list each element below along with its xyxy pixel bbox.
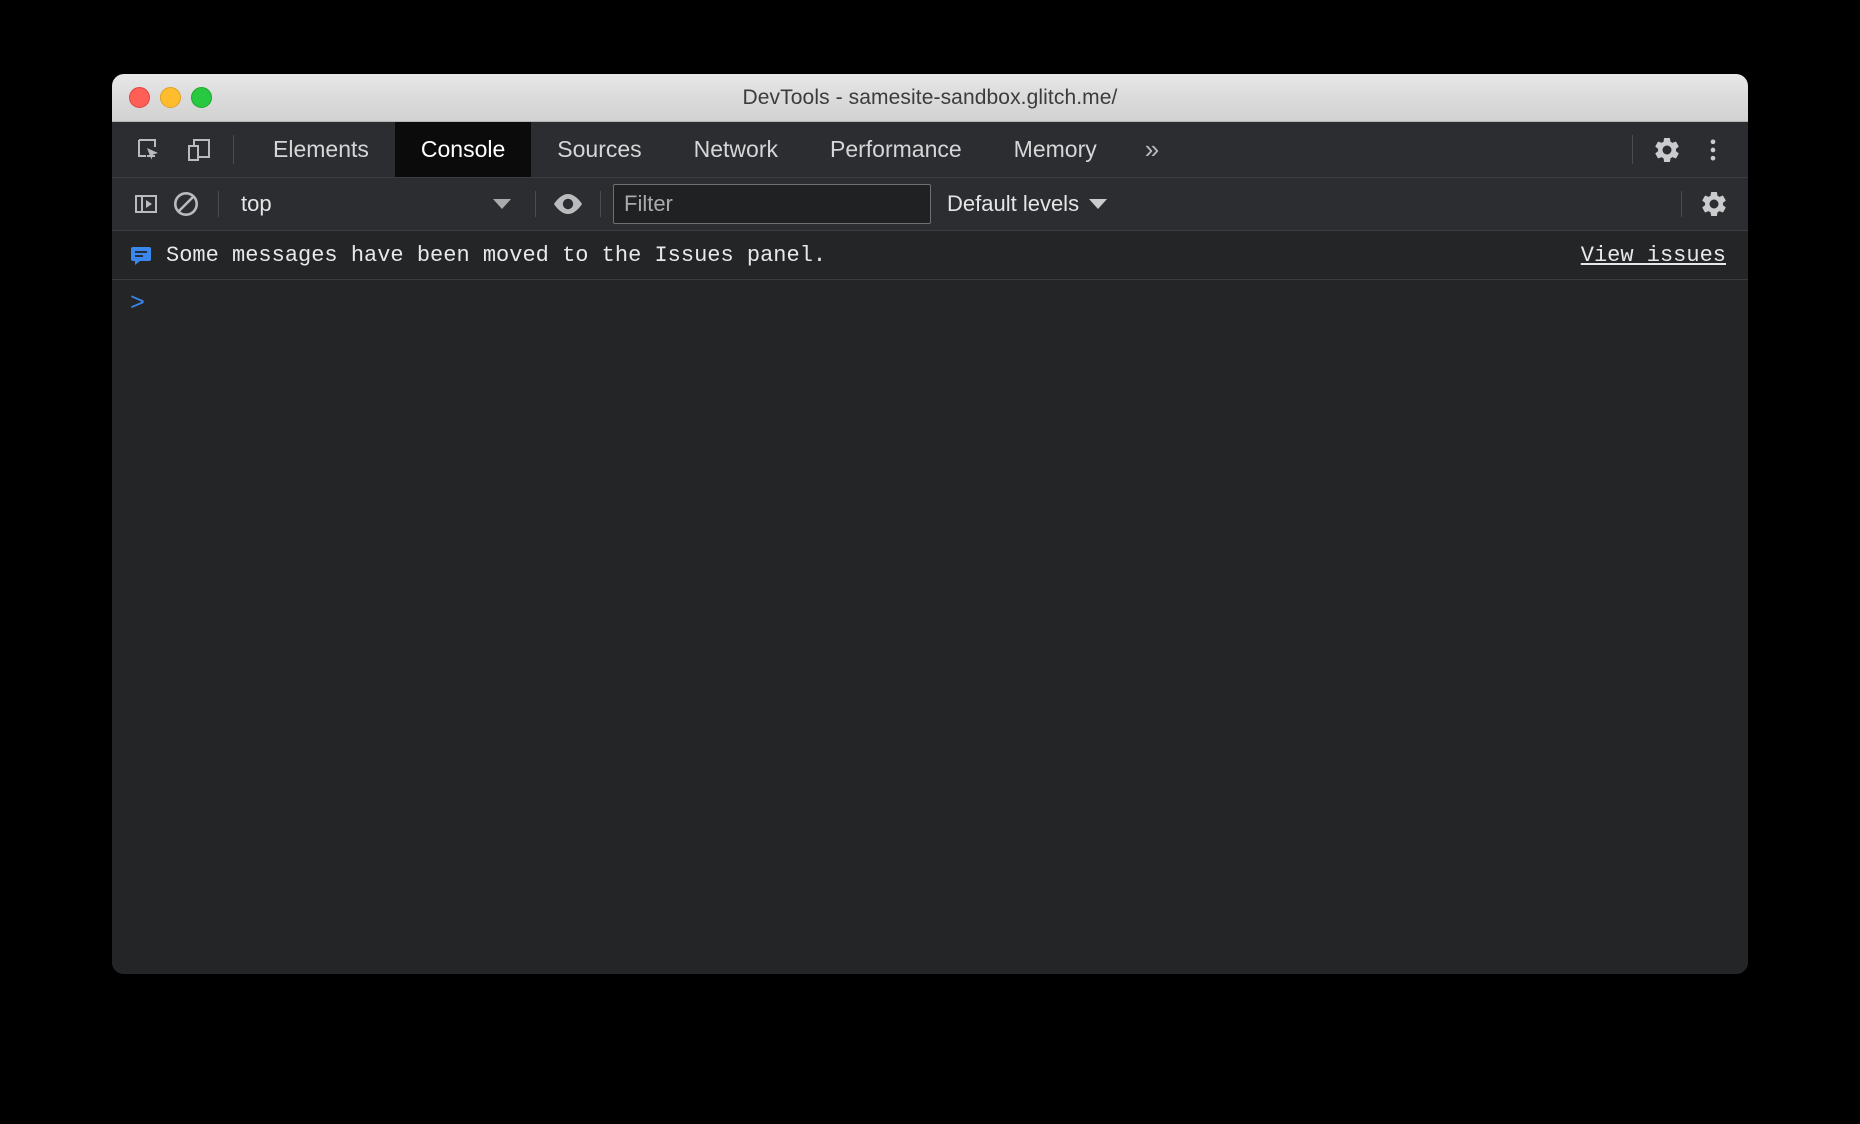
log-levels-selector[interactable]: Default levels xyxy=(947,191,1107,217)
close-button[interactable] xyxy=(129,87,150,108)
toolbar-divider-4 xyxy=(1681,191,1682,217)
tab-performance[interactable]: Performance xyxy=(804,122,988,177)
tab-list: Elements Console Sources Network Perform… xyxy=(247,122,1619,177)
tab-sources[interactable]: Sources xyxy=(531,122,667,177)
console-message-row: Some messages have been moved to the Iss… xyxy=(112,231,1748,280)
tab-elements[interactable]: Elements xyxy=(247,122,395,177)
execution-context-value: top xyxy=(241,191,272,217)
inspect-element-icon[interactable] xyxy=(128,129,170,171)
window-title: DevTools - samesite-sandbox.glitch.me/ xyxy=(743,86,1118,110)
info-message-icon xyxy=(126,243,156,267)
toolbar-divider-2 xyxy=(535,191,536,217)
console-settings-gear-icon[interactable] xyxy=(1694,184,1734,224)
console-sidebar-toggle-icon[interactable] xyxy=(126,184,166,224)
window-titlebar: DevTools - samesite-sandbox.glitch.me/ xyxy=(112,74,1748,122)
gear-icon[interactable] xyxy=(1646,129,1688,171)
traffic-lights xyxy=(129,74,212,121)
log-levels-label: Default levels xyxy=(947,191,1079,217)
chevron-down-icon xyxy=(493,199,511,209)
console-prompt-row[interactable]: > xyxy=(112,280,1748,326)
tab-memory[interactable]: Memory xyxy=(988,122,1123,177)
tab-console[interactable]: Console xyxy=(395,122,531,177)
clear-console-icon[interactable] xyxy=(166,184,206,224)
devtools-tabbar: Elements Console Sources Network Perform… xyxy=(112,122,1748,178)
tabbar-left-icons xyxy=(112,122,220,177)
filter-input[interactable]: Filter xyxy=(613,184,931,224)
toolbar-divider-1 xyxy=(218,191,219,217)
devtools-window: DevTools - samesite-sandbox.glitch.me/ xyxy=(112,74,1748,974)
console-empty-area[interactable] xyxy=(112,326,1748,974)
tabbar-divider-left xyxy=(233,135,234,164)
console-panel: Some messages have been moved to the Iss… xyxy=(112,231,1748,974)
filter-placeholder: Filter xyxy=(624,191,673,217)
live-expression-eye-icon[interactable] xyxy=(548,184,588,224)
tabbar-right-icons xyxy=(1646,122,1748,177)
screenshot-root: DevTools - samesite-sandbox.glitch.me/ xyxy=(0,0,1860,1124)
tab-network[interactable]: Network xyxy=(668,122,804,177)
kebab-menu-icon[interactable] xyxy=(1692,129,1734,171)
view-issues-link[interactable]: View issues xyxy=(1581,243,1726,268)
console-toolbar: top Filter Default levels xyxy=(112,178,1748,231)
console-message-text: Some messages have been moved to the Iss… xyxy=(166,243,826,268)
more-tabs-chevron-icon[interactable]: » xyxy=(1123,122,1181,177)
minimize-button[interactable] xyxy=(160,87,181,108)
maximize-button[interactable] xyxy=(191,87,212,108)
prompt-chevron-icon: > xyxy=(130,291,145,316)
device-toolbar-icon[interactable] xyxy=(178,129,220,171)
toolbar-divider-3 xyxy=(600,191,601,217)
chevron-down-icon xyxy=(1089,199,1107,209)
tabbar-divider-right xyxy=(1632,135,1633,164)
execution-context-selector[interactable]: top xyxy=(231,184,523,224)
